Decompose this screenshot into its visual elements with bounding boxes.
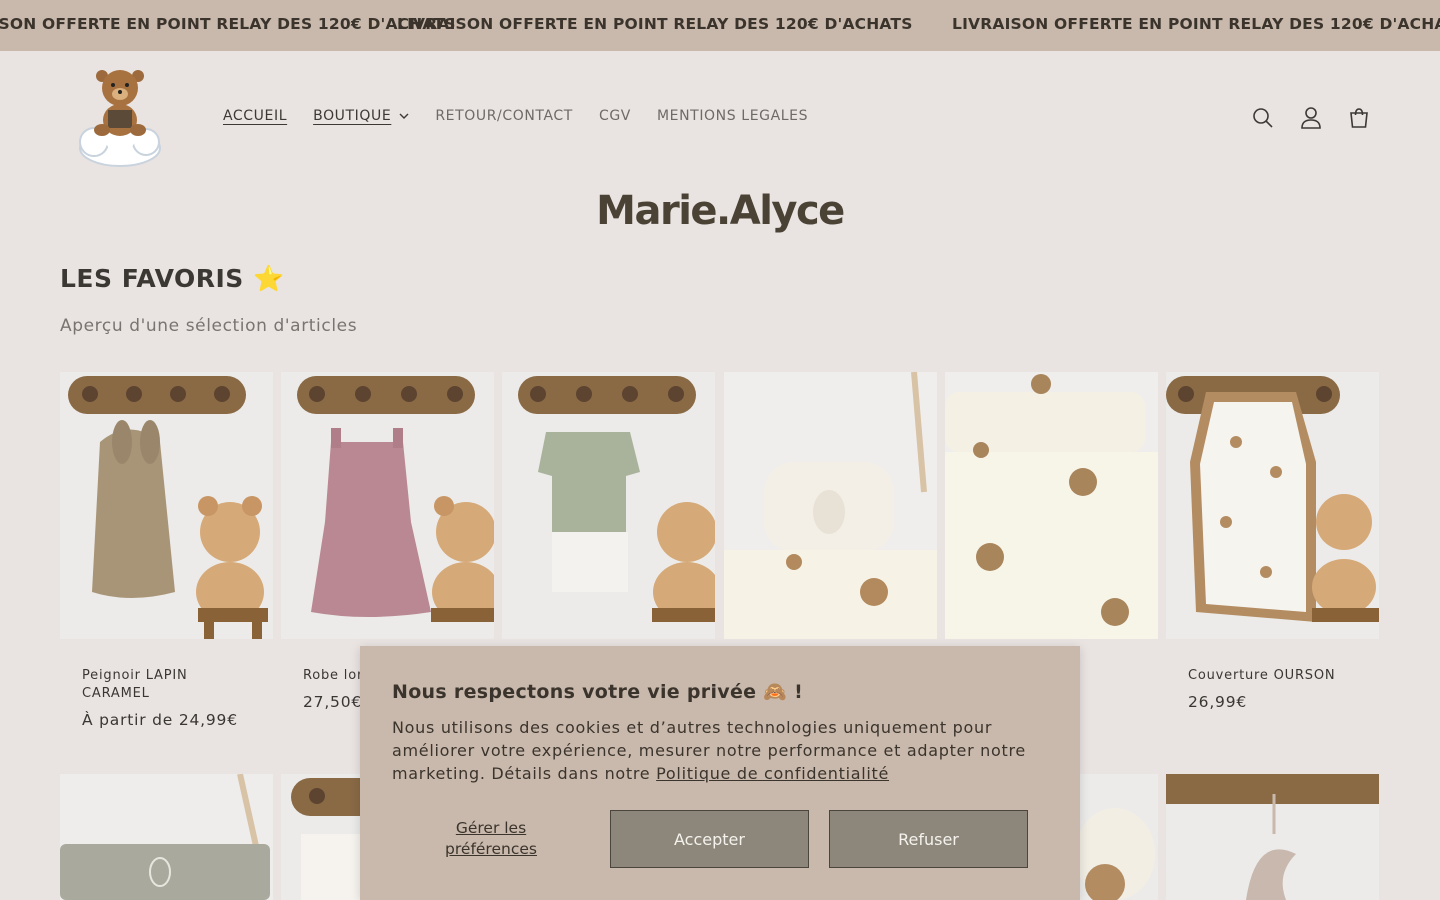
privacy-policy-link[interactable]: Politique de confidentialité: [656, 764, 889, 783]
section-subtitle: Aperçu d'une sélection d'articles: [60, 316, 358, 336]
section-title: LES FAVORIS ⭐: [60, 264, 285, 293]
announcement-text: LIVRAISON OFFERTE EN POINT RELAY DES 120…: [0, 15, 456, 33]
store-logo[interactable]: [72, 64, 168, 174]
announcement-text: LIVRAISON OFFERTE EN POINT RELAY DES 120…: [952, 15, 1440, 33]
cart-icon[interactable]: [1346, 104, 1372, 132]
search-icon[interactable]: [1250, 104, 1276, 132]
product-price: À partir de 24,99€: [82, 711, 238, 729]
product-name[interactable]: Peignoir LAPIN CARAMEL: [82, 667, 252, 703]
chevron-down-icon: [399, 113, 409, 119]
product-image[interactable]: [502, 372, 715, 639]
refuse-button[interactable]: Refuser: [829, 810, 1028, 868]
cookie-title: Nous respectons votre vie privée 🙈 !: [392, 681, 804, 703]
product-card[interactable]: [724, 372, 937, 667]
product-image[interactable]: [1166, 372, 1379, 639]
nav-mentions-legales[interactable]: MENTIONS LEGALES: [657, 108, 808, 124]
account-icon[interactable]: [1298, 104, 1324, 132]
main-nav: ACCUEIL BOUTIQUE RETOUR/CONTACT CGV MENT…: [223, 108, 834, 124]
product-image[interactable]: [945, 372, 1158, 639]
manage-preferences-button[interactable]: Gérer les préférences: [426, 818, 556, 860]
product-card[interactable]: [945, 372, 1158, 667]
product-card[interactable]: Peignoir LAPIN CARAMEL À partir de 24,99…: [60, 372, 273, 729]
product-image[interactable]: [60, 372, 273, 639]
brand-title: Marie.Alyce: [596, 188, 845, 234]
header-icons: [1250, 104, 1394, 132]
product-price: 26,99€: [1188, 693, 1248, 711]
product-image[interactable]: [281, 372, 494, 639]
product-image[interactable]: [724, 372, 937, 639]
accept-button[interactable]: Accepter: [610, 810, 809, 868]
announcement-text: LIVRAISON OFFERTE EN POINT RELAY DES 120…: [397, 15, 913, 33]
product-card[interactable]: [502, 372, 715, 667]
nav-accueil[interactable]: ACCUEIL: [223, 108, 287, 124]
nav-boutique-label: BOUTIQUE: [313, 108, 392, 124]
announcement-bar: LIVRAISON OFFERTE EN POINT RELAY DES 120…: [0, 0, 1440, 51]
product-name[interactable]: Couverture OURSON: [1188, 667, 1358, 685]
product-card[interactable]: Couverture OURSON 26,99€: [1166, 372, 1379, 711]
product-image[interactable]: [60, 774, 273, 900]
nav-cgv[interactable]: CGV: [599, 108, 631, 124]
nav-retour-contact[interactable]: RETOUR/CONTACT: [435, 108, 573, 124]
nav-boutique[interactable]: BOUTIQUE: [313, 108, 409, 124]
cookie-text: Nous utilisons des cookies et d’autres t…: [392, 716, 1052, 785]
cookie-consent-popup: Nous respectons votre vie privée 🙈 ! Nou…: [360, 646, 1080, 900]
product-image[interactable]: [1166, 774, 1379, 900]
